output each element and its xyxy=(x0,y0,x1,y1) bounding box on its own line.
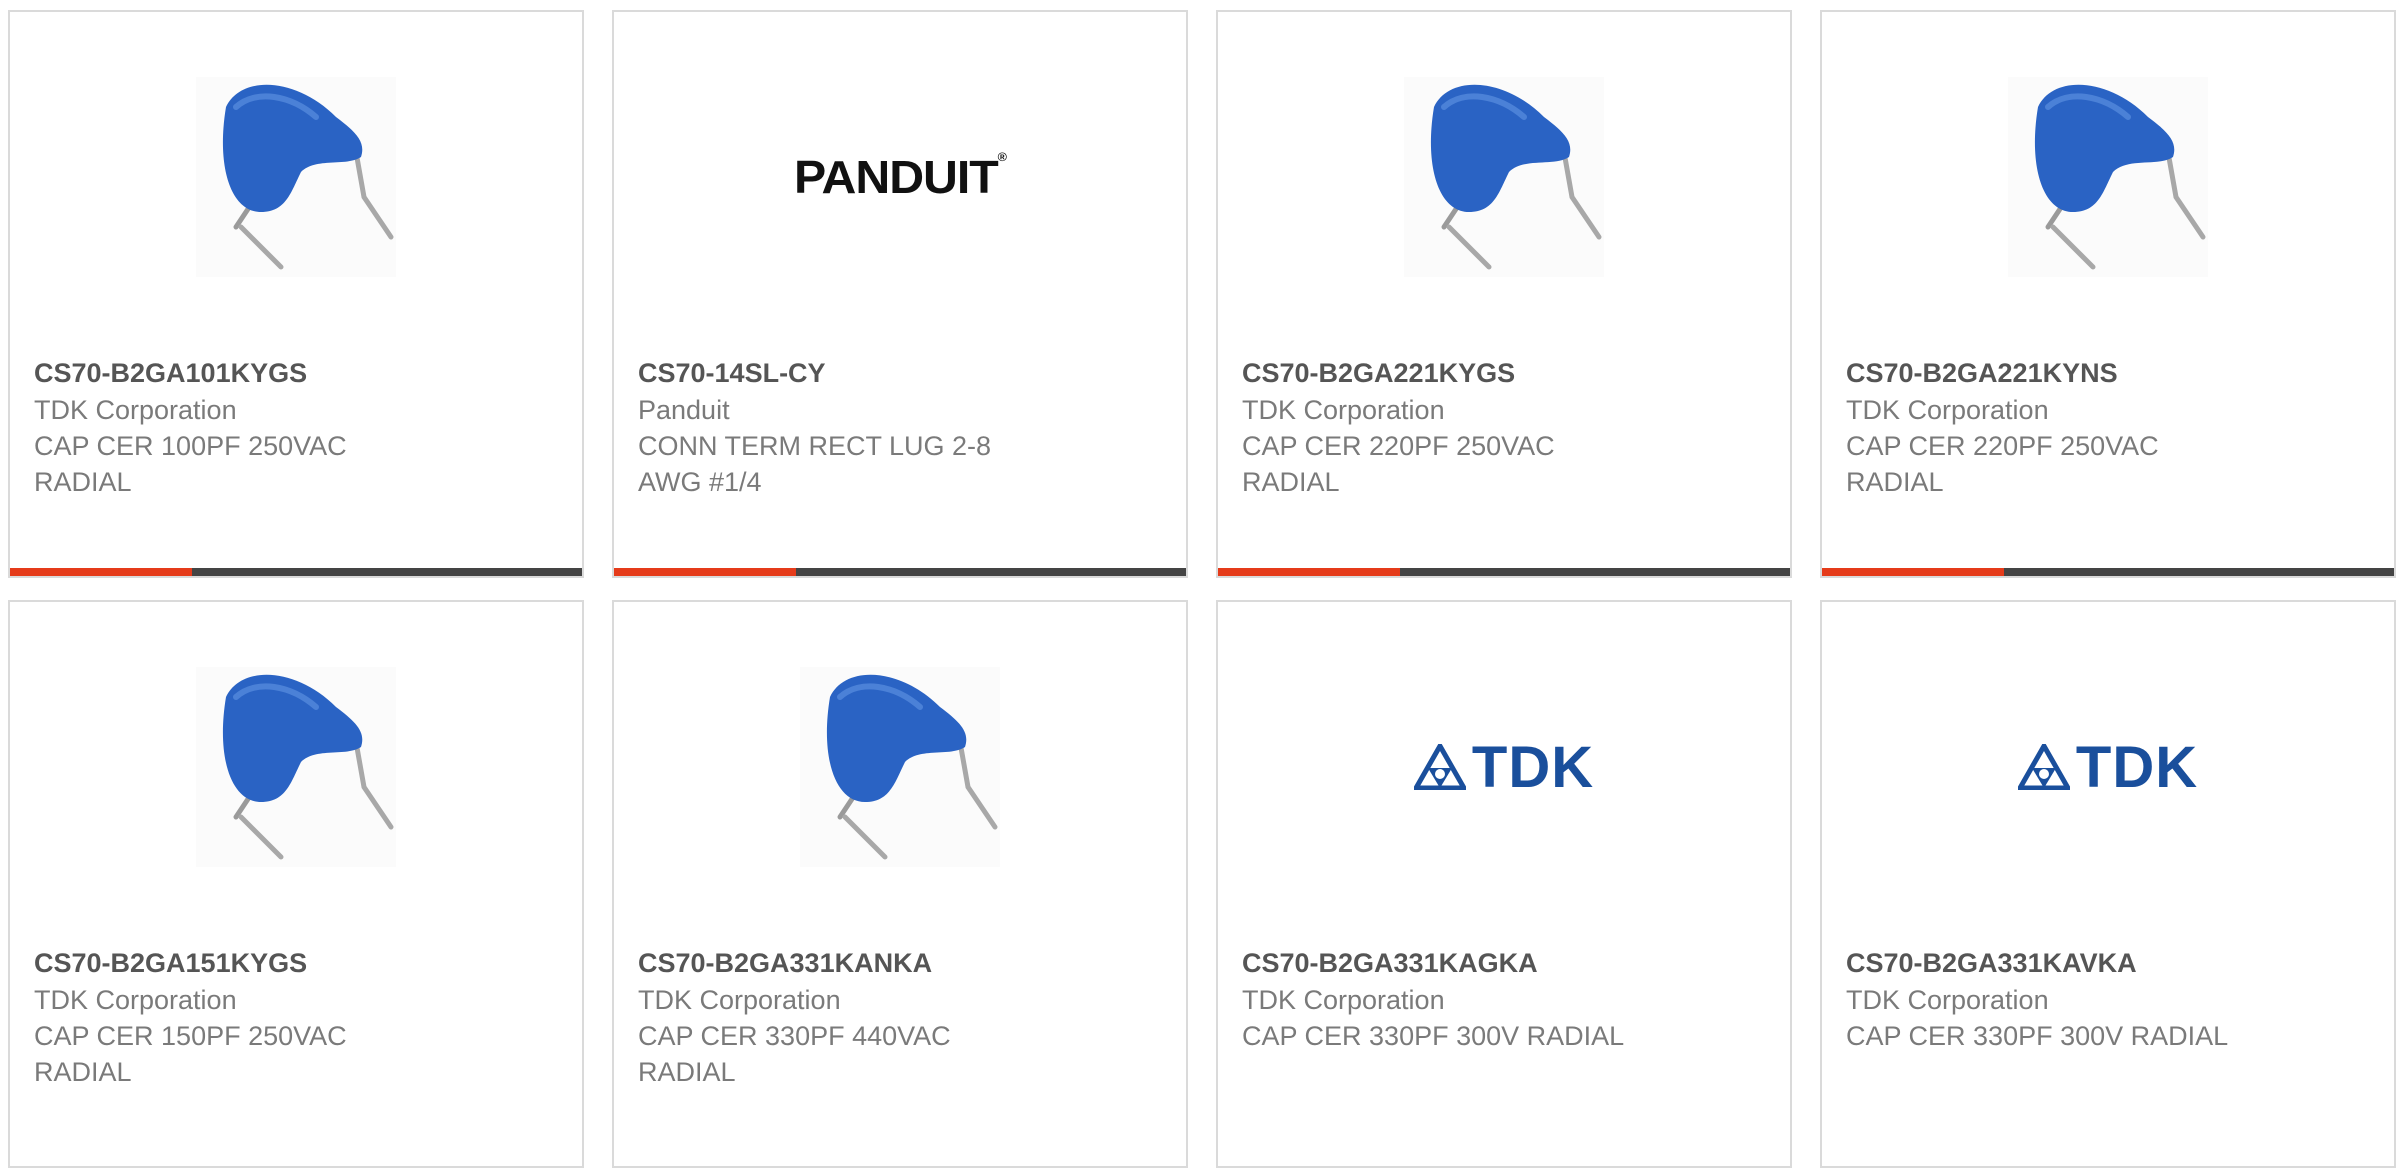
description: CAP CER 330PF 300V RADIAL xyxy=(1242,1021,1625,1051)
ceramic-capacitor-icon xyxy=(2008,77,2208,277)
card-bottom-bar xyxy=(1822,568,2394,576)
description: CONN TERM RECT LUG 2-8 AWG #1/4 xyxy=(638,431,992,497)
tdk-emblem-icon xyxy=(2017,744,2070,790)
description: CAP CER 220PF 250VAC RADIAL xyxy=(1242,431,1555,497)
product-card[interactable]: CS70-B2GA331KANKA TDK Corporation CAP CE… xyxy=(612,600,1188,1168)
part-number[interactable]: CS70-B2GA331KANKA xyxy=(638,944,1166,982)
part-number[interactable]: CS70-B2GA221KYNS xyxy=(1846,354,2374,392)
manufacturer: TDK Corporation xyxy=(638,985,841,1015)
part-number[interactable]: CS70-B2GA151KYGS xyxy=(34,944,562,982)
card-bottom-bar xyxy=(614,568,1186,576)
card-bottom-bar xyxy=(10,568,582,576)
product-image[interactable]: TDK xyxy=(1822,662,2394,872)
product-card[interactable]: CS70-B2GA101KYGS TDK Corporation CAP CER… xyxy=(8,10,584,578)
ceramic-capacitor-icon xyxy=(196,77,396,277)
product-image[interactable] xyxy=(1822,72,2394,282)
tdk-logo-text: TDK xyxy=(1471,734,1595,800)
ceramic-capacitor-icon xyxy=(1404,77,1604,277)
product-info: CS70-B2GA331KAGKA TDK Corporation CAP CE… xyxy=(1242,944,1770,1054)
manufacturer: TDK Corporation xyxy=(34,985,237,1015)
product-info: CS70-B2GA331KANKA TDK Corporation CAP CE… xyxy=(638,944,1166,1090)
panduit-logo-text: PANDUIT xyxy=(794,151,999,203)
manufacturer: TDK Corporation xyxy=(1242,985,1445,1015)
manufacturer: TDK Corporation xyxy=(34,395,237,425)
product-image[interactable] xyxy=(10,72,582,282)
part-number[interactable]: CS70-B2GA331KAGKA xyxy=(1242,944,1770,982)
product-image[interactable] xyxy=(614,662,1186,872)
product-card[interactable]: PANDUIT® CS70-14SL-CY Panduit CONN TERM … xyxy=(612,10,1188,578)
part-number[interactable]: CS70-B2GA221KYGS xyxy=(1242,354,1770,392)
product-info: CS70-B2GA101KYGS TDK Corporation CAP CER… xyxy=(34,354,562,500)
product-image[interactable] xyxy=(10,662,582,872)
product-image[interactable] xyxy=(1218,72,1790,282)
product-info: CS70-B2GA221KYGS TDK Corporation CAP CER… xyxy=(1242,354,1770,500)
tdk-emblem-icon xyxy=(1413,744,1466,790)
ceramic-capacitor-icon xyxy=(196,667,396,867)
description: CAP CER 100PF 250VAC RADIAL xyxy=(34,431,347,497)
card-accent-bar xyxy=(1822,568,2004,576)
description: CAP CER 150PF 250VAC RADIAL xyxy=(34,1021,347,1087)
product-card[interactable]: CS70-B2GA221KYNS TDK Corporation CAP CER… xyxy=(1820,10,2396,578)
tdk-logo-icon: TDK xyxy=(1413,734,1595,801)
description: CAP CER 220PF 250VAC RADIAL xyxy=(1846,431,2159,497)
panduit-logo-icon: PANDUIT® xyxy=(794,150,1007,203)
product-card[interactable]: CS70-B2GA151KYGS TDK Corporation CAP CER… xyxy=(8,600,584,1168)
product-info: CS70-B2GA331KAVKA TDK Corporation CAP CE… xyxy=(1846,944,2374,1054)
part-number[interactable]: CS70-14SL-CY xyxy=(638,354,1166,392)
product-info: CS70-B2GA151KYGS TDK Corporation CAP CER… xyxy=(34,944,562,1090)
tdk-logo-text: TDK xyxy=(2075,734,2199,800)
manufacturer: TDK Corporation xyxy=(1846,985,2049,1015)
part-number[interactable]: CS70-B2GA101KYGS xyxy=(34,354,562,392)
tdk-logo-icon: TDK xyxy=(2017,734,2199,801)
card-bottom-bar xyxy=(1218,568,1790,576)
manufacturer: TDK Corporation xyxy=(1242,395,1445,425)
card-accent-bar xyxy=(1218,568,1400,576)
manufacturer: Panduit xyxy=(638,395,730,425)
ceramic-capacitor-icon xyxy=(800,667,1000,867)
product-info: CS70-B2GA221KYNS TDK Corporation CAP CER… xyxy=(1846,354,2374,500)
product-image[interactable]: TDK xyxy=(1218,662,1790,872)
description: CAP CER 330PF 300V RADIAL xyxy=(1846,1021,2229,1051)
description: CAP CER 330PF 440VAC RADIAL xyxy=(638,1021,951,1087)
part-number[interactable]: CS70-B2GA331KAVKA xyxy=(1846,944,2374,982)
product-info: CS70-14SL-CY Panduit CONN TERM RECT LUG … xyxy=(638,354,1166,500)
product-card[interactable]: CS70-B2GA221KYGS TDK Corporation CAP CER… xyxy=(1216,10,1792,578)
product-card[interactable]: TDK CS70-B2GA331KAVKA TDK Corporation CA… xyxy=(1820,600,2396,1168)
product-card[interactable]: TDK CS70-B2GA331KAGKA TDK Corporation CA… xyxy=(1216,600,1792,1168)
manufacturer: TDK Corporation xyxy=(1846,395,2049,425)
product-image[interactable]: PANDUIT® xyxy=(614,72,1186,282)
card-accent-bar xyxy=(614,568,796,576)
card-accent-bar xyxy=(10,568,192,576)
